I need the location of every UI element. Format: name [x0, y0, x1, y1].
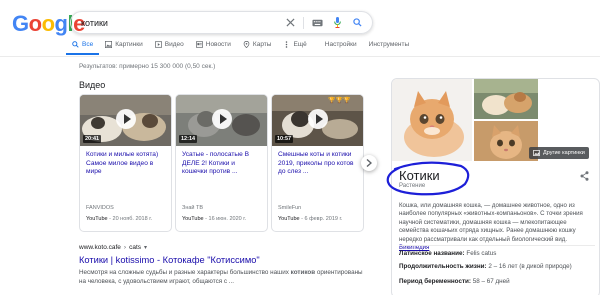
video-platform: YouTube	[86, 216, 108, 222]
tab-label: Все	[82, 41, 94, 48]
video-card[interactable]: 20:41 Котики и милые котята) Самое милое…	[79, 94, 172, 232]
breadcrumb-separator: ›	[123, 244, 127, 251]
news-icon	[195, 41, 203, 48]
video-channel: Знай ТВ	[182, 205, 204, 211]
video-duration: 10:57	[275, 135, 294, 143]
video-meta: YouTube - 20 нояб. 2018 г.	[86, 216, 153, 222]
video-title[interactable]: Котики и милые котята) Самое милое видео…	[80, 146, 171, 182]
video-thumbnail[interactable]: 20:41	[80, 95, 171, 146]
result-snippet: Несмотря на сложные судьбы и разные хара…	[79, 268, 364, 286]
share-icon[interactable]	[580, 168, 590, 181]
more-icon	[283, 41, 290, 48]
clear-icon[interactable]	[283, 16, 297, 30]
logo-letter: o	[28, 11, 42, 36]
tab-label: Инструменты	[368, 41, 410, 48]
tab-label: Карты	[252, 41, 272, 48]
tab-label: Настройки	[324, 41, 357, 48]
play-icon	[212, 109, 232, 129]
video-thumbnail[interactable]: 12:14	[176, 95, 267, 146]
tab-label: Картинки	[115, 41, 143, 48]
result-stats: Результатов: примерно 15 300 000 (0,50 с…	[79, 63, 216, 70]
video-duration: 20:41	[83, 135, 102, 143]
snippet-highlight: котиков	[290, 269, 316, 276]
thumbnail-caption: 🏆🏆🏆	[328, 98, 351, 104]
tabs-divider	[0, 56, 600, 57]
video-date: 6 февр. 2019 г.	[304, 216, 343, 222]
video-meta: YouTube - 6 февр. 2019 г.	[278, 216, 343, 222]
tab-images[interactable]: Картинки	[99, 41, 149, 53]
kp-fact-value: 2 – 16 лет (в дикой природе)	[488, 263, 572, 270]
search-icon[interactable]	[350, 16, 364, 30]
image-icon	[105, 41, 113, 48]
video-meta: YouTube - 16 июн. 2020 г.	[182, 216, 247, 222]
video-title[interactable]: Смешные коты и котики 2019, приколы про …	[272, 146, 363, 182]
kp-image[interactable]	[474, 79, 538, 119]
video-channel: FANVIDOS	[86, 205, 114, 211]
video-icon	[154, 41, 162, 48]
map-pin-icon	[243, 41, 250, 48]
kitten-image	[474, 79, 538, 119]
more-images-button[interactable]: Другие картинки	[529, 147, 589, 159]
tab-settings[interactable]: Настройки	[319, 41, 363, 53]
kp-fact-label[interactable]: Латинское название:	[399, 250, 465, 257]
kp-fact-value: 58 – 67 дней	[472, 278, 510, 285]
video-date: 16 июн. 2020 г.	[208, 216, 247, 222]
tab-news[interactable]: Новости	[190, 41, 237, 53]
tab-label: Новости	[205, 41, 231, 48]
more-images-label: Другие картинки	[543, 150, 585, 156]
chevron-right-icon	[366, 159, 372, 167]
result-path: cats	[129, 244, 142, 251]
video-channel: SmileFun	[278, 205, 302, 211]
kp-fact-label[interactable]: Продолжительность жизни:	[399, 263, 487, 270]
tab-more[interactable]: Ещё	[277, 41, 312, 53]
tab-tools[interactable]: Инструменты	[363, 41, 416, 53]
kp-image-main[interactable]	[392, 79, 472, 161]
video-platform: YouTube	[182, 216, 204, 222]
result-domain: www.koto.cafe	[79, 244, 121, 251]
kp-description-text: Кошка, или домашняя кошка, — домашнее жи…	[399, 202, 583, 243]
result-url[interactable]: www.koto.cafe › cats ▾	[79, 244, 147, 251]
video-card[interactable]: 🏆🏆🏆 10:57 Смешные коты и котики 2019, пр…	[271, 94, 364, 232]
logo-letter: o	[41, 11, 55, 36]
carousel-next-button[interactable]	[361, 155, 377, 171]
search-tabs: Все Картинки Видео Новости Карты Ещё Нас…	[66, 41, 415, 55]
kp-divider	[399, 245, 595, 246]
kp-fact: Период беременности: 58 – 67 дней	[399, 278, 510, 285]
kitten-image	[392, 79, 472, 161]
kp-fact: Латинское название: Felis catus	[399, 250, 496, 257]
search-divider	[303, 16, 304, 29]
tab-maps[interactable]: Карты	[237, 41, 278, 53]
logo-letter: G	[12, 11, 29, 36]
tab-label: Видео	[164, 41, 184, 48]
microphone-icon[interactable]	[330, 16, 344, 30]
video-thumbnail[interactable]: 🏆🏆🏆 10:57	[272, 95, 363, 146]
video-title[interactable]: Усатые - полосатые В ДЕЛЕ 2! Котики и ко…	[176, 146, 267, 182]
play-icon	[308, 109, 328, 129]
video-platform: YouTube	[278, 216, 300, 222]
search-box	[70, 11, 373, 34]
tab-all[interactable]: Все	[66, 41, 100, 55]
snippet-text: Несмотря на сложные судьбы и разные хара…	[79, 269, 289, 276]
video-card[interactable]: 12:14 Усатые - полосатые В ДЕЛЕ 2! Котик…	[175, 94, 268, 232]
result-title[interactable]: Котики | kotissimo - Котокафе "Котиссимо…	[79, 255, 260, 265]
video-date: 20 нояб. 2018 г.	[112, 216, 153, 222]
chevron-down-icon[interactable]: ▾	[144, 244, 147, 251]
image-icon	[533, 150, 540, 156]
kp-fact-value: Felis catus	[466, 250, 497, 257]
search-icon	[72, 41, 79, 48]
search-input[interactable]	[81, 17, 277, 28]
video-section-heading: Видео	[79, 80, 106, 90]
tab-video[interactable]: Видео	[149, 41, 190, 53]
kp-fact-label[interactable]: Период беременности:	[399, 278, 471, 285]
tab-label: Ещё	[293, 41, 307, 48]
video-duration: 12:14	[179, 135, 198, 143]
highlight-oval	[386, 161, 470, 196]
kp-fact: Продолжительность жизни: 2 – 16 лет (в д…	[399, 263, 572, 270]
keyboard-icon[interactable]	[310, 16, 324, 30]
logo-letter: g	[54, 11, 68, 36]
play-icon	[116, 109, 136, 129]
